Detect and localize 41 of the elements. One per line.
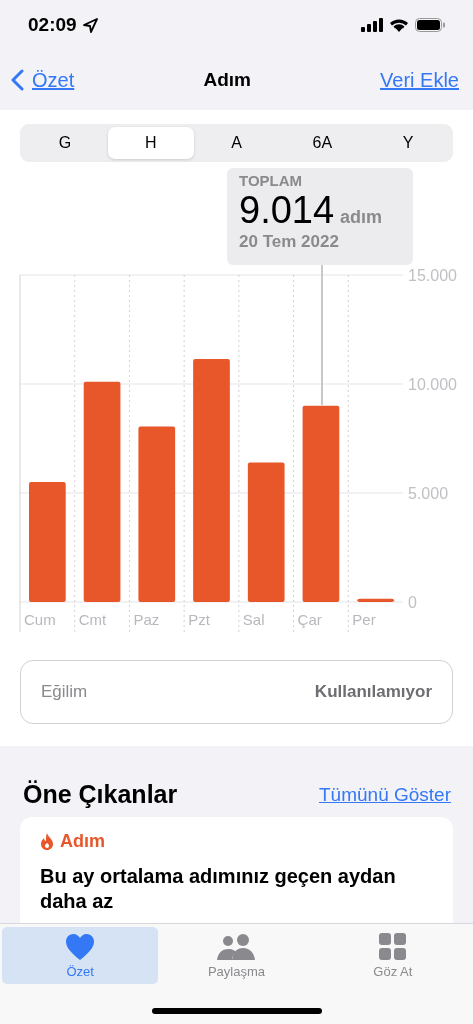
signal-icon <box>361 18 383 32</box>
chevron-left-icon <box>10 69 24 91</box>
axis-label: 10.000 <box>408 376 457 393</box>
axis-label: Sal <box>242 611 265 628</box>
axis-label: Per <box>352 611 376 628</box>
axis-label: Pzt <box>188 611 210 628</box>
axis-label: 0 <box>408 594 417 611</box>
segment-tab[interactable]: H <box>107 127 194 159</box>
highlight-card[interactable]: Adım Bu ay ortalama adımınız geçen aydan daha az <box>20 817 453 923</box>
heart-icon <box>65 933 96 961</box>
trend-value: Kullanılamıyor <box>314 682 432 702</box>
people-icon <box>216 933 257 961</box>
axis-label: 15.000 <box>408 267 457 284</box>
wifi-icon <box>389 18 409 32</box>
axis-label: Cum <box>24 611 56 628</box>
trend-label: Eğilim <box>41 682 88 702</box>
card-text: Bu ay ortalama adımınız geçen aydan daha az <box>40 864 397 914</box>
tooltip-date: 20 Tem 2022 <box>239 232 340 252</box>
section-heading: Öne Çıkanlar <box>23 780 178 809</box>
axis-label: Paz <box>133 611 160 628</box>
segment-tab[interactable]: Y <box>365 127 451 159</box>
segment-tab[interactable]: G <box>22 127 108 159</box>
axis-label: Çar <box>297 611 322 628</box>
add-data-link[interactable]: Veri Ekle <box>380 68 459 92</box>
axis-label: 5.000 <box>408 485 449 502</box>
back-link[interactable]: Özet <box>10 68 75 92</box>
battery-icon <box>415 18 445 32</box>
segment-tab[interactable]: 6A <box>279 127 366 159</box>
show-all-link[interactable]: Tümünü Göster <box>319 783 451 806</box>
grid-icon <box>378 933 407 961</box>
card-category: Adım <box>60 831 105 852</box>
axis-label: Cmt <box>78 611 107 628</box>
location-arrow-icon <box>82 17 98 33</box>
tooltip-value: 9.014 <box>239 189 335 232</box>
status-time: 02:09 <box>28 14 77 36</box>
segment-tab[interactable]: A <box>193 127 280 159</box>
chart-bar <box>357 598 394 602</box>
tooltip-unit: adım <box>340 207 383 228</box>
tooltip-label: TOPLAM <box>239 172 304 189</box>
page-title: Adım <box>203 69 251 91</box>
flame-icon <box>40 833 54 850</box>
